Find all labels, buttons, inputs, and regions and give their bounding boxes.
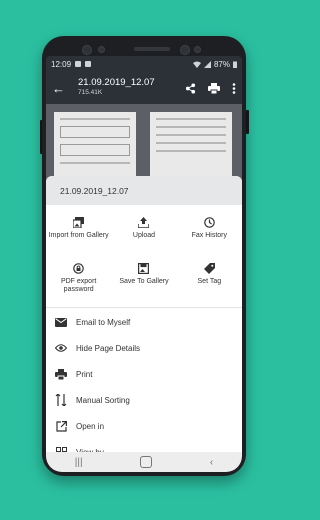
eye-icon <box>55 344 67 352</box>
battery-percent: 87% <box>213 59 230 69</box>
pdf-export-password-button[interactable]: PDF export password <box>46 257 111 303</box>
upload-button[interactable]: Upload <box>111 211 176 257</box>
import-from-gallery-label: Import from Gallery <box>48 232 109 239</box>
signal-icon <box>203 60 211 68</box>
home-icon[interactable] <box>140 456 153 468</box>
set-tag-button[interactable]: Set Tag <box>177 257 242 303</box>
document-size: 715.41K <box>78 89 103 96</box>
print-label: Print <box>76 369 93 379</box>
hide-page-details-label: Hide Page Details <box>76 343 141 353</box>
speaker-grille <box>134 47 170 51</box>
system-nav-bar: ||| ‹ <box>46 452 242 472</box>
email-to-myself-label: Email to Myself <box>76 317 131 327</box>
battery-icon <box>233 61 237 68</box>
iris-camera-icon <box>180 45 190 55</box>
sheet-title: 21.09.2019_12.07 <box>46 176 242 205</box>
app-bar-titles: 21.09.2019_12.07 715.41K <box>78 78 155 98</box>
nav-back-icon[interactable]: ‹ <box>210 457 213 468</box>
open-in-icon <box>55 420 67 432</box>
front-camera-icon <box>82 45 92 55</box>
back-arrow-icon[interactable]: ← <box>52 81 70 96</box>
phone-frame: 12:09 87% ← 21.09.2019_12.07 715.41K 21.… <box>42 36 246 476</box>
fax-history-button[interactable]: Fax History <box>177 211 242 257</box>
upload-icon <box>138 216 150 228</box>
open-in-label: Open in <box>76 421 105 431</box>
document-pages-area <box>46 104 242 192</box>
open-in-item[interactable]: Open in <box>46 413 242 439</box>
app-bar: ← 21.09.2019_12.07 715.41K <box>46 72 242 104</box>
proximity-sensor-icon <box>194 46 201 53</box>
manual-sorting-label: Manual Sorting <box>76 395 130 405</box>
tag-icon <box>203 262 215 274</box>
sort-icon <box>55 394 67 406</box>
status-time: 12:09 <box>51 59 72 69</box>
hide-page-details-item[interactable]: Hide Page Details <box>46 335 242 361</box>
screen: 12:09 87% ← 21.09.2019_12.07 715.41K 21.… <box>46 56 242 472</box>
action-list: Email to Myself Hide Page Details Print … <box>46 308 242 465</box>
fax-history-label: Fax History <box>191 232 228 239</box>
save-to-gallery-label: Save To Gallery <box>119 278 169 285</box>
pdf-password-icon <box>73 262 84 274</box>
status-bar: 12:09 87% <box>46 56 242 72</box>
wifi-icon <box>192 61 201 68</box>
share-icon[interactable] <box>185 82 196 94</box>
upload-label: Upload <box>132 232 156 239</box>
set-tag-label: Set Tag <box>197 278 222 285</box>
email-to-myself-item[interactable]: Email to Myself <box>46 309 242 335</box>
email-icon <box>55 317 67 327</box>
image-notification-icon <box>75 61 82 67</box>
more-options-icon[interactable] <box>232 82 236 94</box>
sensor-icon <box>98 46 105 53</box>
file-notification-icon <box>85 61 92 67</box>
manual-sorting-item[interactable]: Manual Sorting <box>46 387 242 413</box>
power-button <box>246 110 249 134</box>
document-title: 21.09.2019_12.07 <box>78 77 155 88</box>
save-to-gallery-icon <box>138 262 150 274</box>
save-to-gallery-button[interactable]: Save To Gallery <box>111 257 176 303</box>
print-icon[interactable] <box>208 82 220 94</box>
pdf-export-password-label: PDF export password <box>60 278 97 293</box>
action-grid: Import from Gallery Upload Fax History P… <box>46 205 242 303</box>
import-from-gallery-icon <box>73 216 85 228</box>
bottom-sheet-menu: 21.09.2019_12.07 Import from Gallery Upl… <box>46 176 242 458</box>
recents-icon[interactable]: ||| <box>75 457 83 468</box>
print-icon <box>55 368 67 380</box>
fax-history-icon <box>204 216 215 228</box>
import-from-gallery-button[interactable]: Import from Gallery <box>46 211 111 257</box>
print-item[interactable]: Print <box>46 361 242 387</box>
